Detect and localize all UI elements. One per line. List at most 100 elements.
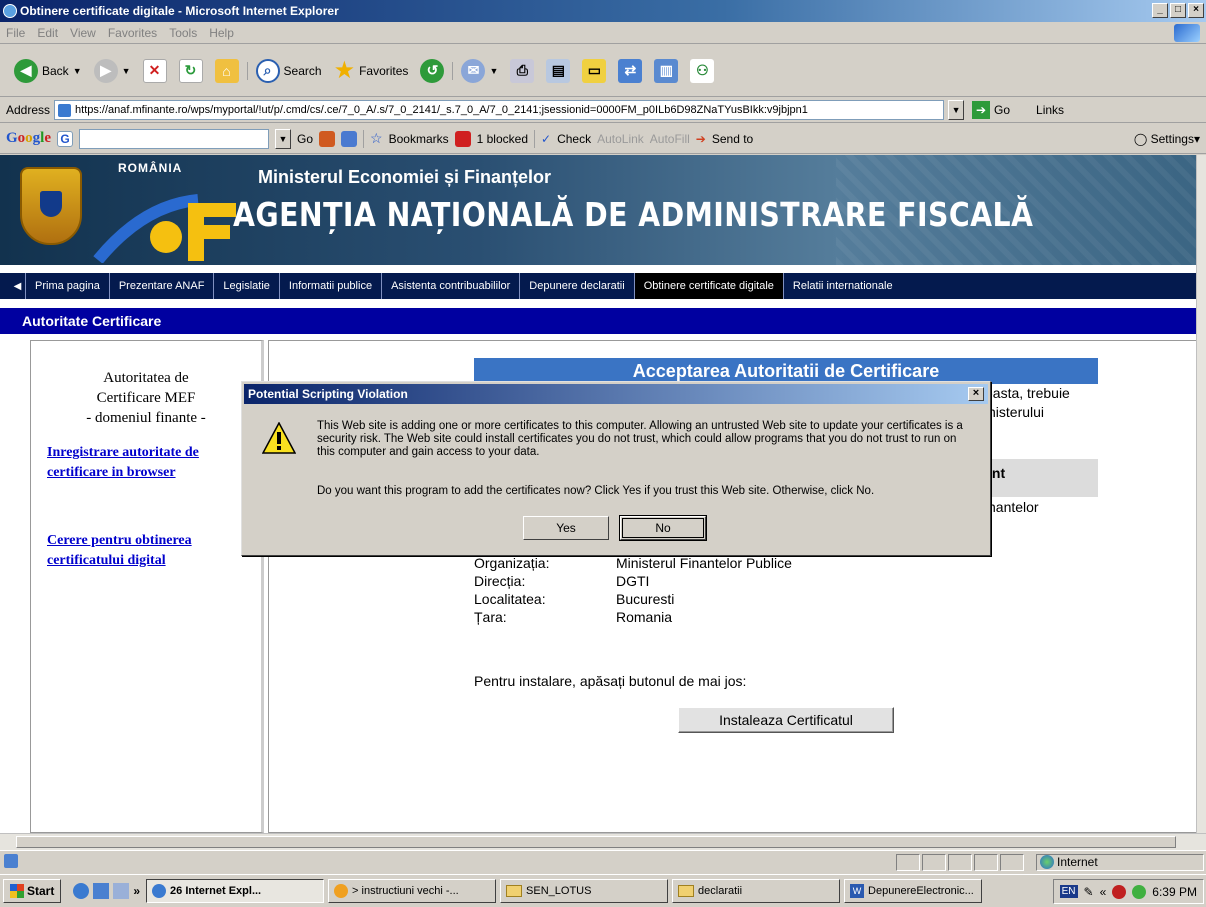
share-quicklaunch-icon[interactable]	[93, 883, 110, 899]
settings-button[interactable]: ◯ Settings▾	[1134, 132, 1200, 146]
msn-button[interactable]: ⚇	[686, 51, 718, 91]
dialog-close-button[interactable]: ×	[968, 387, 984, 401]
edit-button[interactable]: ▤	[542, 51, 574, 91]
edit-icon: ▤	[546, 58, 571, 83]
menu-help[interactable]: Help	[209, 26, 234, 40]
dialog-title-bar[interactable]: Potential Scripting Violation ×	[244, 384, 988, 404]
nav-legislatie[interactable]: Legislatie	[214, 273, 280, 299]
google-go-button[interactable]: Go	[297, 132, 313, 146]
google-logo[interactable]: Google	[6, 130, 51, 147]
stop-button[interactable]: ✕	[139, 51, 171, 91]
mail-icon: ✉	[461, 58, 486, 83]
pen-icon[interactable]: ✎	[1084, 885, 1094, 899]
install-certificate-button[interactable]: Instaleaza Certificatul	[678, 707, 894, 733]
task-instructiuni[interactable]: > instructiuni vechi -...	[328, 879, 497, 903]
toolbar-separator	[363, 129, 365, 148]
yes-button[interactable]: Yes	[523, 516, 609, 540]
popup-blocker-icon	[454, 130, 471, 147]
research-button[interactable]: ▥	[650, 51, 682, 91]
antivirus-icon[interactable]	[1112, 884, 1127, 899]
mail-button[interactable]: ✉ ▼	[457, 51, 502, 91]
menu-file[interactable]: File	[6, 26, 25, 40]
autolink-button[interactable]: AutoLink	[597, 132, 644, 146]
restore-button[interactable]: □	[1170, 3, 1186, 18]
favorites-button[interactable]: ★ Favorites	[330, 51, 413, 91]
zone-label: Internet	[1057, 855, 1098, 869]
nav-relatii-internationale[interactable]: Relatii internationale	[784, 273, 902, 299]
check-button[interactable]: Check	[557, 132, 591, 146]
menu-edit[interactable]: Edit	[37, 26, 58, 40]
horizontal-scroll-thumb[interactable]	[16, 836, 1176, 848]
coat-of-arms-logo	[20, 167, 82, 245]
google-search-dropdown[interactable]: ▼	[275, 128, 292, 149]
menu-tools[interactable]: Tools	[169, 26, 197, 40]
address-label: Address	[6, 102, 51, 117]
tray-expand-icon[interactable]: «	[1100, 885, 1107, 899]
chevron-down-icon: ▼	[489, 65, 499, 76]
task-sen-lotus[interactable]: SEN_LOTUS	[500, 879, 669, 903]
ie-quicklaunch-icon[interactable]	[73, 883, 90, 899]
window-title-bar[interactable]: Obtinere certificate digitale - Microsof…	[0, 0, 1206, 22]
address-dropdown-button[interactable]: ▼	[948, 99, 965, 120]
popup-blocked-count[interactable]: 1 blocked	[477, 132, 528, 146]
bookmarks-button[interactable]: Bookmarks	[389, 132, 449, 146]
search-button[interactable]: ⌕ Search	[252, 51, 326, 91]
desktop-quicklaunch-icon[interactable]	[113, 883, 130, 899]
menu-favorites[interactable]: Favorites	[108, 26, 157, 40]
page-status-icon	[4, 854, 18, 868]
address-input[interactable]: https://anaf.mfinante.ro/wps/myportal/!u…	[54, 99, 945, 120]
minimize-button[interactable]: _	[1152, 3, 1168, 18]
nav-obtinere-certificate[interactable]: Obtinere certificate digitale	[634, 273, 784, 299]
nav-prima-pagina[interactable]: Prima pagina	[26, 273, 110, 299]
settings-radio-icon: ◯	[1133, 131, 1148, 146]
toolbar-separator	[452, 61, 454, 80]
horizontal-scrollbar[interactable]	[0, 833, 1206, 850]
link-certificate-request[interactable]: Cerere pentru obtinerea certificatului d…	[47, 531, 247, 571]
language-indicator[interactable]: EN	[1059, 885, 1078, 898]
home-button[interactable]: ⌂	[211, 51, 243, 91]
back-button[interactable]: ◀ Back ▼	[10, 51, 86, 91]
forward-button[interactable]: ▶ ▼	[90, 51, 135, 91]
discuss-button[interactable]: ▭	[578, 51, 610, 91]
network-icon[interactable]	[1132, 884, 1147, 899]
security-dialog: Potential Scripting Violation × This Web…	[241, 381, 991, 556]
task-depunere-electronic[interactable]: W DepunereElectronic...	[844, 879, 983, 903]
title-line: Certificare MEF	[96, 390, 196, 406]
start-button[interactable]: Start	[3, 879, 62, 903]
news-icon[interactable]	[341, 130, 358, 147]
print-button[interactable]: ⎙	[506, 51, 538, 91]
close-window-button[interactable]: ×	[1188, 3, 1204, 18]
go-arrow-icon[interactable]: ➔	[972, 100, 991, 119]
nav-prezentare-anaf[interactable]: Prezentare ANAF	[110, 273, 215, 299]
messenger-button[interactable]: ⇄	[614, 51, 646, 91]
history-icon: ↺	[420, 58, 445, 83]
no-button[interactable]: No	[620, 516, 706, 540]
task-internet-explorer[interactable]: 26 Internet Expl...	[146, 879, 325, 903]
spellcheck-icon: ✓	[541, 131, 552, 146]
google-menu-icon[interactable]: G	[57, 130, 74, 147]
clock[interactable]: 6:39 PM	[1152, 885, 1197, 899]
vertical-scrollbar[interactable]	[1196, 155, 1206, 833]
bookmark-star-icon: ☆	[370, 130, 383, 146]
pagerank-icon[interactable]	[319, 130, 336, 147]
autofill-button[interactable]: AutoFill	[650, 132, 690, 146]
go-button[interactable]: Go	[994, 103, 1010, 117]
detail-label: Organizația:	[474, 555, 550, 571]
nav-depunere-declaratii[interactable]: Depunere declaratii	[520, 273, 635, 299]
links-button[interactable]: Links	[1036, 103, 1064, 117]
send-to-button[interactable]: Send to	[712, 132, 753, 146]
task-declaratii[interactable]: declaratii	[672, 879, 841, 903]
send-to-icon: ➔	[695, 131, 706, 146]
status-bar: Internet	[0, 850, 1206, 872]
note-icon: ▭	[582, 58, 607, 83]
nav-scroll-left-icon[interactable]: ◀	[0, 273, 26, 299]
google-search-input[interactable]	[79, 128, 270, 149]
nav-asistenta-contribuabililor[interactable]: Asistenta contribuabililor	[382, 273, 521, 299]
link-register-ca[interactable]: Inregistrare autoritate de certificare i…	[47, 443, 247, 483]
history-button[interactable]: ↺	[416, 51, 448, 91]
search-icon: ⌕	[255, 58, 280, 83]
refresh-button[interactable]: ↻	[175, 51, 207, 91]
menu-view[interactable]: View	[70, 26, 96, 40]
quicklaunch-more-icon[interactable]: »	[133, 884, 140, 898]
nav-informatii-publice[interactable]: Informatii publice	[280, 273, 383, 299]
